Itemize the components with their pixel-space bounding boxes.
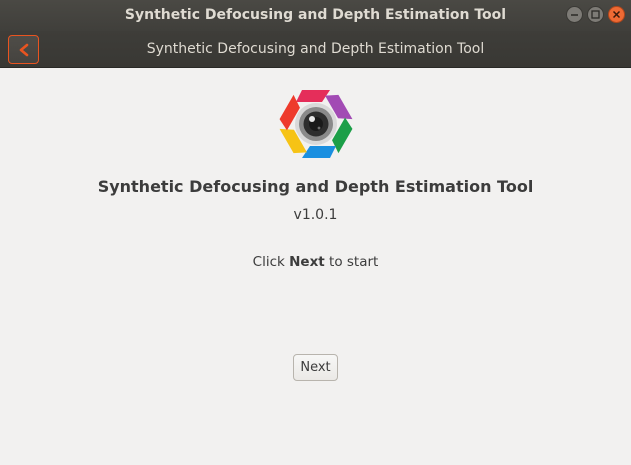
instruction-text: Click Next to start xyxy=(0,254,631,270)
instruction-bold: Next xyxy=(289,254,325,270)
camera-lens-logo-icon xyxy=(279,90,353,158)
minimize-button[interactable] xyxy=(566,6,583,23)
app-title: Synthetic Defocusing and Depth Estimatio… xyxy=(97,177,534,196)
window-controls xyxy=(566,6,625,23)
maximize-button[interactable] xyxy=(587,6,604,23)
version-label: v1.0.1 xyxy=(293,207,338,223)
maximize-icon xyxy=(591,10,600,19)
app-window: Synthetic Defocusing and Depth Estimatio… xyxy=(0,0,631,465)
instruction-prefix: Click xyxy=(252,254,285,270)
close-button[interactable] xyxy=(608,6,625,23)
window-title: Synthetic Defocusing and Depth Estimatio… xyxy=(124,7,507,23)
window-titlebar[interactable]: Synthetic Defocusing and Depth Estimatio… xyxy=(0,0,631,31)
back-button[interactable] xyxy=(8,35,39,64)
close-icon xyxy=(612,10,621,19)
chevron-left-icon xyxy=(19,43,29,57)
header-title: Synthetic Defocusing and Depth Estimatio… xyxy=(146,41,485,57)
header-bar: Synthetic Defocusing and Depth Estimatio… xyxy=(0,31,631,68)
instruction-suffix: to start xyxy=(329,254,379,270)
next-button[interactable]: Next xyxy=(293,354,338,381)
minimize-icon xyxy=(571,14,578,16)
